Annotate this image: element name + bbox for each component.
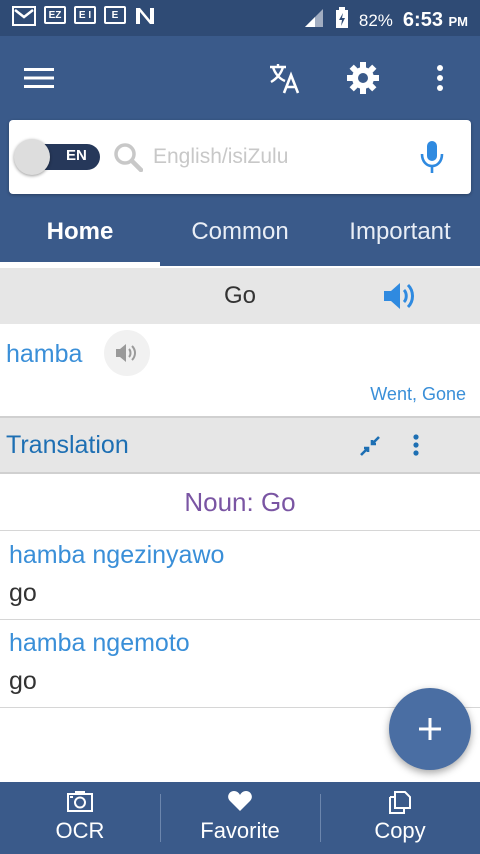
heart-icon xyxy=(160,790,320,816)
hamburger-icon[interactable] xyxy=(19,58,59,98)
main-translation: hamba Went, Gone xyxy=(0,324,480,416)
notification-icons: EZ E I E xyxy=(12,6,156,31)
list-item[interactable]: hamba ngezinyawo go xyxy=(0,531,480,620)
status-right: 82% 6:53 PM xyxy=(303,7,468,34)
more-vert-icon[interactable] xyxy=(420,58,460,98)
battery-level: 82% xyxy=(358,10,393,30)
nav-ocr[interactable]: OCR xyxy=(0,782,160,854)
nav-label: OCR xyxy=(55,818,105,843)
tab-common[interactable]: Common xyxy=(160,200,320,266)
app-toolbar xyxy=(0,36,480,120)
section-title: Translation xyxy=(6,431,129,459)
entry-meaning: go xyxy=(9,579,37,607)
copy-icon xyxy=(320,790,480,816)
entry-word: hamba ngemoto xyxy=(9,629,190,657)
toggle-label: EN xyxy=(66,147,87,164)
speaker-icon[interactable] xyxy=(382,280,418,317)
app-notification-icon: E I xyxy=(74,6,96,24)
lookup-word-row: Go xyxy=(0,268,480,325)
nav-label: Copy xyxy=(374,818,426,843)
search-icon xyxy=(113,142,144,177)
alternative-forms: Went, Gone xyxy=(370,384,466,404)
part-of-speech: Noun: Go xyxy=(0,474,480,531)
gmail-icon xyxy=(12,6,36,31)
more-vert-icon[interactable] xyxy=(412,434,420,461)
add-fab-button[interactable] xyxy=(389,688,471,770)
entry-word: hamba ngezinyawo xyxy=(9,541,225,569)
search-input[interactable] xyxy=(151,138,405,176)
language-toggle[interactable]: EN xyxy=(14,139,100,175)
app-notification-icon: E xyxy=(104,6,126,24)
nav-copy[interactable]: Copy xyxy=(320,782,480,854)
translate-icon[interactable] xyxy=(265,58,305,98)
plus-icon xyxy=(419,718,441,740)
status-bar: EZ E I E 82% 6:53 PM xyxy=(0,0,480,36)
search-box: EN xyxy=(9,120,471,194)
gear-icon[interactable] xyxy=(343,58,383,98)
tab-home[interactable]: Home xyxy=(0,200,160,266)
tab-important[interactable]: Important xyxy=(320,200,480,266)
bottom-nav: OCR Favorite Copy xyxy=(0,782,480,854)
n-logo-icon xyxy=(134,6,156,31)
signal-icon xyxy=(303,8,325,33)
toggle-knob[interactable] xyxy=(14,139,50,175)
speaker-icon[interactable] xyxy=(104,330,150,376)
search-area: EN xyxy=(0,120,480,200)
nav-label: Favorite xyxy=(200,818,280,843)
collapse-icon[interactable] xyxy=(358,434,382,463)
camera-icon xyxy=(0,790,160,816)
translation-word[interactable]: hamba xyxy=(6,340,82,369)
entry-meaning: go xyxy=(9,667,37,695)
translation-section-header: Translation xyxy=(0,416,480,474)
app-notification-icon: EZ xyxy=(44,6,66,24)
nav-favorite[interactable]: Favorite xyxy=(160,782,320,854)
clock: 6:53 PM xyxy=(402,9,468,31)
battery-icon xyxy=(335,7,349,34)
tab-bar: Home Common Important xyxy=(0,200,480,266)
mic-icon[interactable] xyxy=(419,140,445,179)
